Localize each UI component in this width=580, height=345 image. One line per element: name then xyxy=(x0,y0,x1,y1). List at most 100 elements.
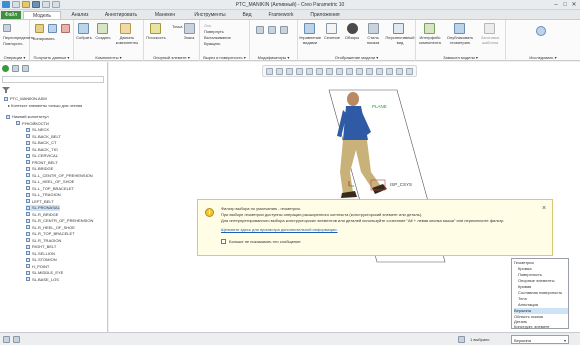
publish-geometry-label[interactable]: Опубликовать геометрию xyxy=(445,35,475,45)
popup-close-button[interactable]: × xyxy=(542,205,546,212)
display-style-icon[interactable] xyxy=(368,23,379,34)
tree-item[interactable]: SL.L_TRAGION xyxy=(26,192,61,198)
minimize-button[interactable]: – xyxy=(552,2,560,8)
publish-geometry-icon[interactable] xyxy=(454,23,465,34)
tree-item[interactable]: SL.NECK xyxy=(26,127,49,133)
sketch-icon[interactable] xyxy=(184,23,195,34)
plane-label[interactable]: Плоскость xyxy=(145,35,167,40)
filter-icon[interactable] xyxy=(2,86,10,94)
group-label-components[interactable]: Компоненты ▾ xyxy=(74,55,143,60)
tab-tools[interactable]: Инструменты xyxy=(187,11,233,19)
group-label-operations[interactable]: Операции ▾ xyxy=(0,55,29,60)
tree-item[interactable]: SL.R_TRAGION xyxy=(26,238,61,244)
zoom-out-icon[interactable] xyxy=(286,68,293,75)
selection-status-icon[interactable] xyxy=(458,336,465,343)
copy-icon[interactable] xyxy=(35,24,44,33)
saved-orientations-icon[interactable] xyxy=(316,68,323,75)
tree-item[interactable]: RIGHT_BELT xyxy=(26,244,56,250)
regenerate-icon[interactable] xyxy=(3,24,11,32)
op-item-2[interactable]: Повторить xyxy=(3,41,29,46)
create-label[interactable]: Создать xyxy=(94,35,112,40)
favorites-icon[interactable] xyxy=(22,65,29,72)
tree-item[interactable]: SL.L_HEEL_OF_SHOE xyxy=(26,179,74,185)
group-label-get-data[interactable]: Получить данные ▾ xyxy=(30,55,73,60)
component-interface-label[interactable]: Интерфейс компонента xyxy=(416,35,444,45)
perspective-label[interactable]: Перспективный вид xyxy=(385,35,415,45)
annotation-display-icon[interactable] xyxy=(366,68,373,75)
group-label-model-display[interactable]: Отображение модели ▾ xyxy=(298,55,415,60)
create-icon[interactable] xyxy=(97,23,108,34)
tree-item[interactable]: SL.BACK_BELT xyxy=(26,134,61,140)
delete-icon[interactable] xyxy=(61,24,70,33)
datum-display-icon[interactable] xyxy=(356,68,363,75)
section-label[interactable]: Сечение xyxy=(322,35,342,40)
op-item-1[interactable]: Переопределить xyxy=(3,35,34,40)
template-label[interactable]: Заготовка шаблона xyxy=(476,35,504,45)
tree-item[interactable]: SL.R_CENTR_OF_PREHENSION xyxy=(26,218,93,224)
repaint-icon[interactable] xyxy=(296,68,303,75)
getdata-item-1[interactable]: Копировать xyxy=(33,36,73,41)
folder-browser-icon[interactable] xyxy=(12,65,19,72)
scale-icon[interactable] xyxy=(280,26,288,34)
group-label-cut-surface[interactable]: Вырез и поверхность ▾ xyxy=(200,55,249,60)
tree-item[interactable]: SL.STOMION xyxy=(26,257,57,263)
drag-components-label[interactable]: Двигать компоненты xyxy=(112,35,142,45)
pattern-icon[interactable] xyxy=(256,26,264,34)
manikin-legs[interactable] xyxy=(340,140,371,172)
template-icon[interactable] xyxy=(484,23,495,34)
more-info-link[interactable]: Щелкните здесь для просмотра дополнитель… xyxy=(221,227,338,232)
tree-item[interactable]: SL.R_TOP_BRACELET xyxy=(26,231,75,237)
tree-item[interactable]: SL.MIDDLE_EYE xyxy=(26,270,63,276)
tree-root[interactable]: PTC_MANIKIN.ASM xyxy=(4,96,47,102)
tree-item[interactable]: SL.PRONASAL xyxy=(26,205,60,211)
view-manager-label[interactable]: Управление видами xyxy=(298,35,322,45)
zoom-in-icon[interactable] xyxy=(276,68,283,75)
dont-show-checkbox[interactable] xyxy=(221,239,226,244)
group-label-investigate[interactable]: Исследовать ▾ xyxy=(506,55,580,60)
tab-file[interactable]: Файл xyxy=(1,11,21,19)
tree-item[interactable]: LEFT_BELT xyxy=(26,199,54,205)
appearance-toolbar-icon[interactable] xyxy=(386,68,393,75)
filter-option-feature[interactable]: Конструкт. элемент xyxy=(514,324,568,330)
point-item[interactable]: Точка xyxy=(172,24,182,29)
show-browser-icon[interactable] xyxy=(13,336,20,343)
group-label-model-intent[interactable]: Замысел модели ▾ xyxy=(416,55,505,60)
revolve-item[interactable]: Повернуть xyxy=(204,29,224,34)
display-style-label[interactable]: Стиль показа xyxy=(362,35,384,45)
tree-item[interactable]: FRONT_BELT xyxy=(26,160,58,166)
tree-item[interactable]: SL.BACK_TIO xyxy=(26,147,58,153)
group-label-modifiers[interactable]: Модификаторы ▾ xyxy=(250,55,297,60)
axis-item[interactable]: Ось xyxy=(204,23,211,28)
perspective-icon[interactable] xyxy=(393,23,404,34)
sketch-label[interactable]: Эскиз xyxy=(180,35,198,40)
assemble-icon[interactable] xyxy=(78,23,89,34)
tree-item[interactable]: SL.BRIDGE xyxy=(26,166,53,172)
appearance-label[interactable]: Обзоры xyxy=(342,35,362,40)
mirror-icon[interactable] xyxy=(268,26,276,34)
tree-item[interactable]: SL.SELLION xyxy=(26,251,55,257)
component-interface-icon[interactable] xyxy=(424,23,435,34)
appearance-icon[interactable] xyxy=(347,23,358,34)
tree-item[interactable]: SL.R_BRIDGE xyxy=(26,212,58,218)
tree-item[interactable]: SL.R_HEEL_OF_SHOE xyxy=(26,225,75,231)
graphics-window[interactable]: PLANE ISP_CSYS xyxy=(109,62,580,332)
view-manager-icon[interactable] xyxy=(304,23,315,34)
tree-context-filter[interactable]: ▸ Контекст элементы только для чтения xyxy=(8,103,82,109)
section-icon[interactable] xyxy=(326,23,337,34)
manikin-left-shin[interactable] xyxy=(340,172,353,194)
show-navigator-icon[interactable] xyxy=(3,336,10,343)
tree-item[interactable]: РУКОЙКОСТИ xyxy=(16,121,49,127)
close-button[interactable]: ✕ xyxy=(570,2,578,8)
tree-item[interactable]: SL.BASE_LOS xyxy=(26,277,59,283)
tab-framework[interactable]: Framework xyxy=(261,11,301,19)
manikin-head[interactable] xyxy=(347,92,359,106)
tab-applications[interactable]: Приложения xyxy=(303,11,347,19)
display-style-toolbar-icon[interactable] xyxy=(306,68,313,75)
tree-item[interactable]: Нижний колонтитул xyxy=(6,114,49,120)
plane-icon[interactable] xyxy=(150,23,161,34)
model-viewport[interactable]: PLANE ISP_CSYS xyxy=(109,62,580,332)
filter-select[interactable]: Вершина ▾ xyxy=(511,335,569,344)
perspective-toolbar-icon[interactable] xyxy=(336,68,343,75)
spin-center-icon[interactable] xyxy=(376,68,383,75)
tree-search[interactable] xyxy=(2,76,104,83)
